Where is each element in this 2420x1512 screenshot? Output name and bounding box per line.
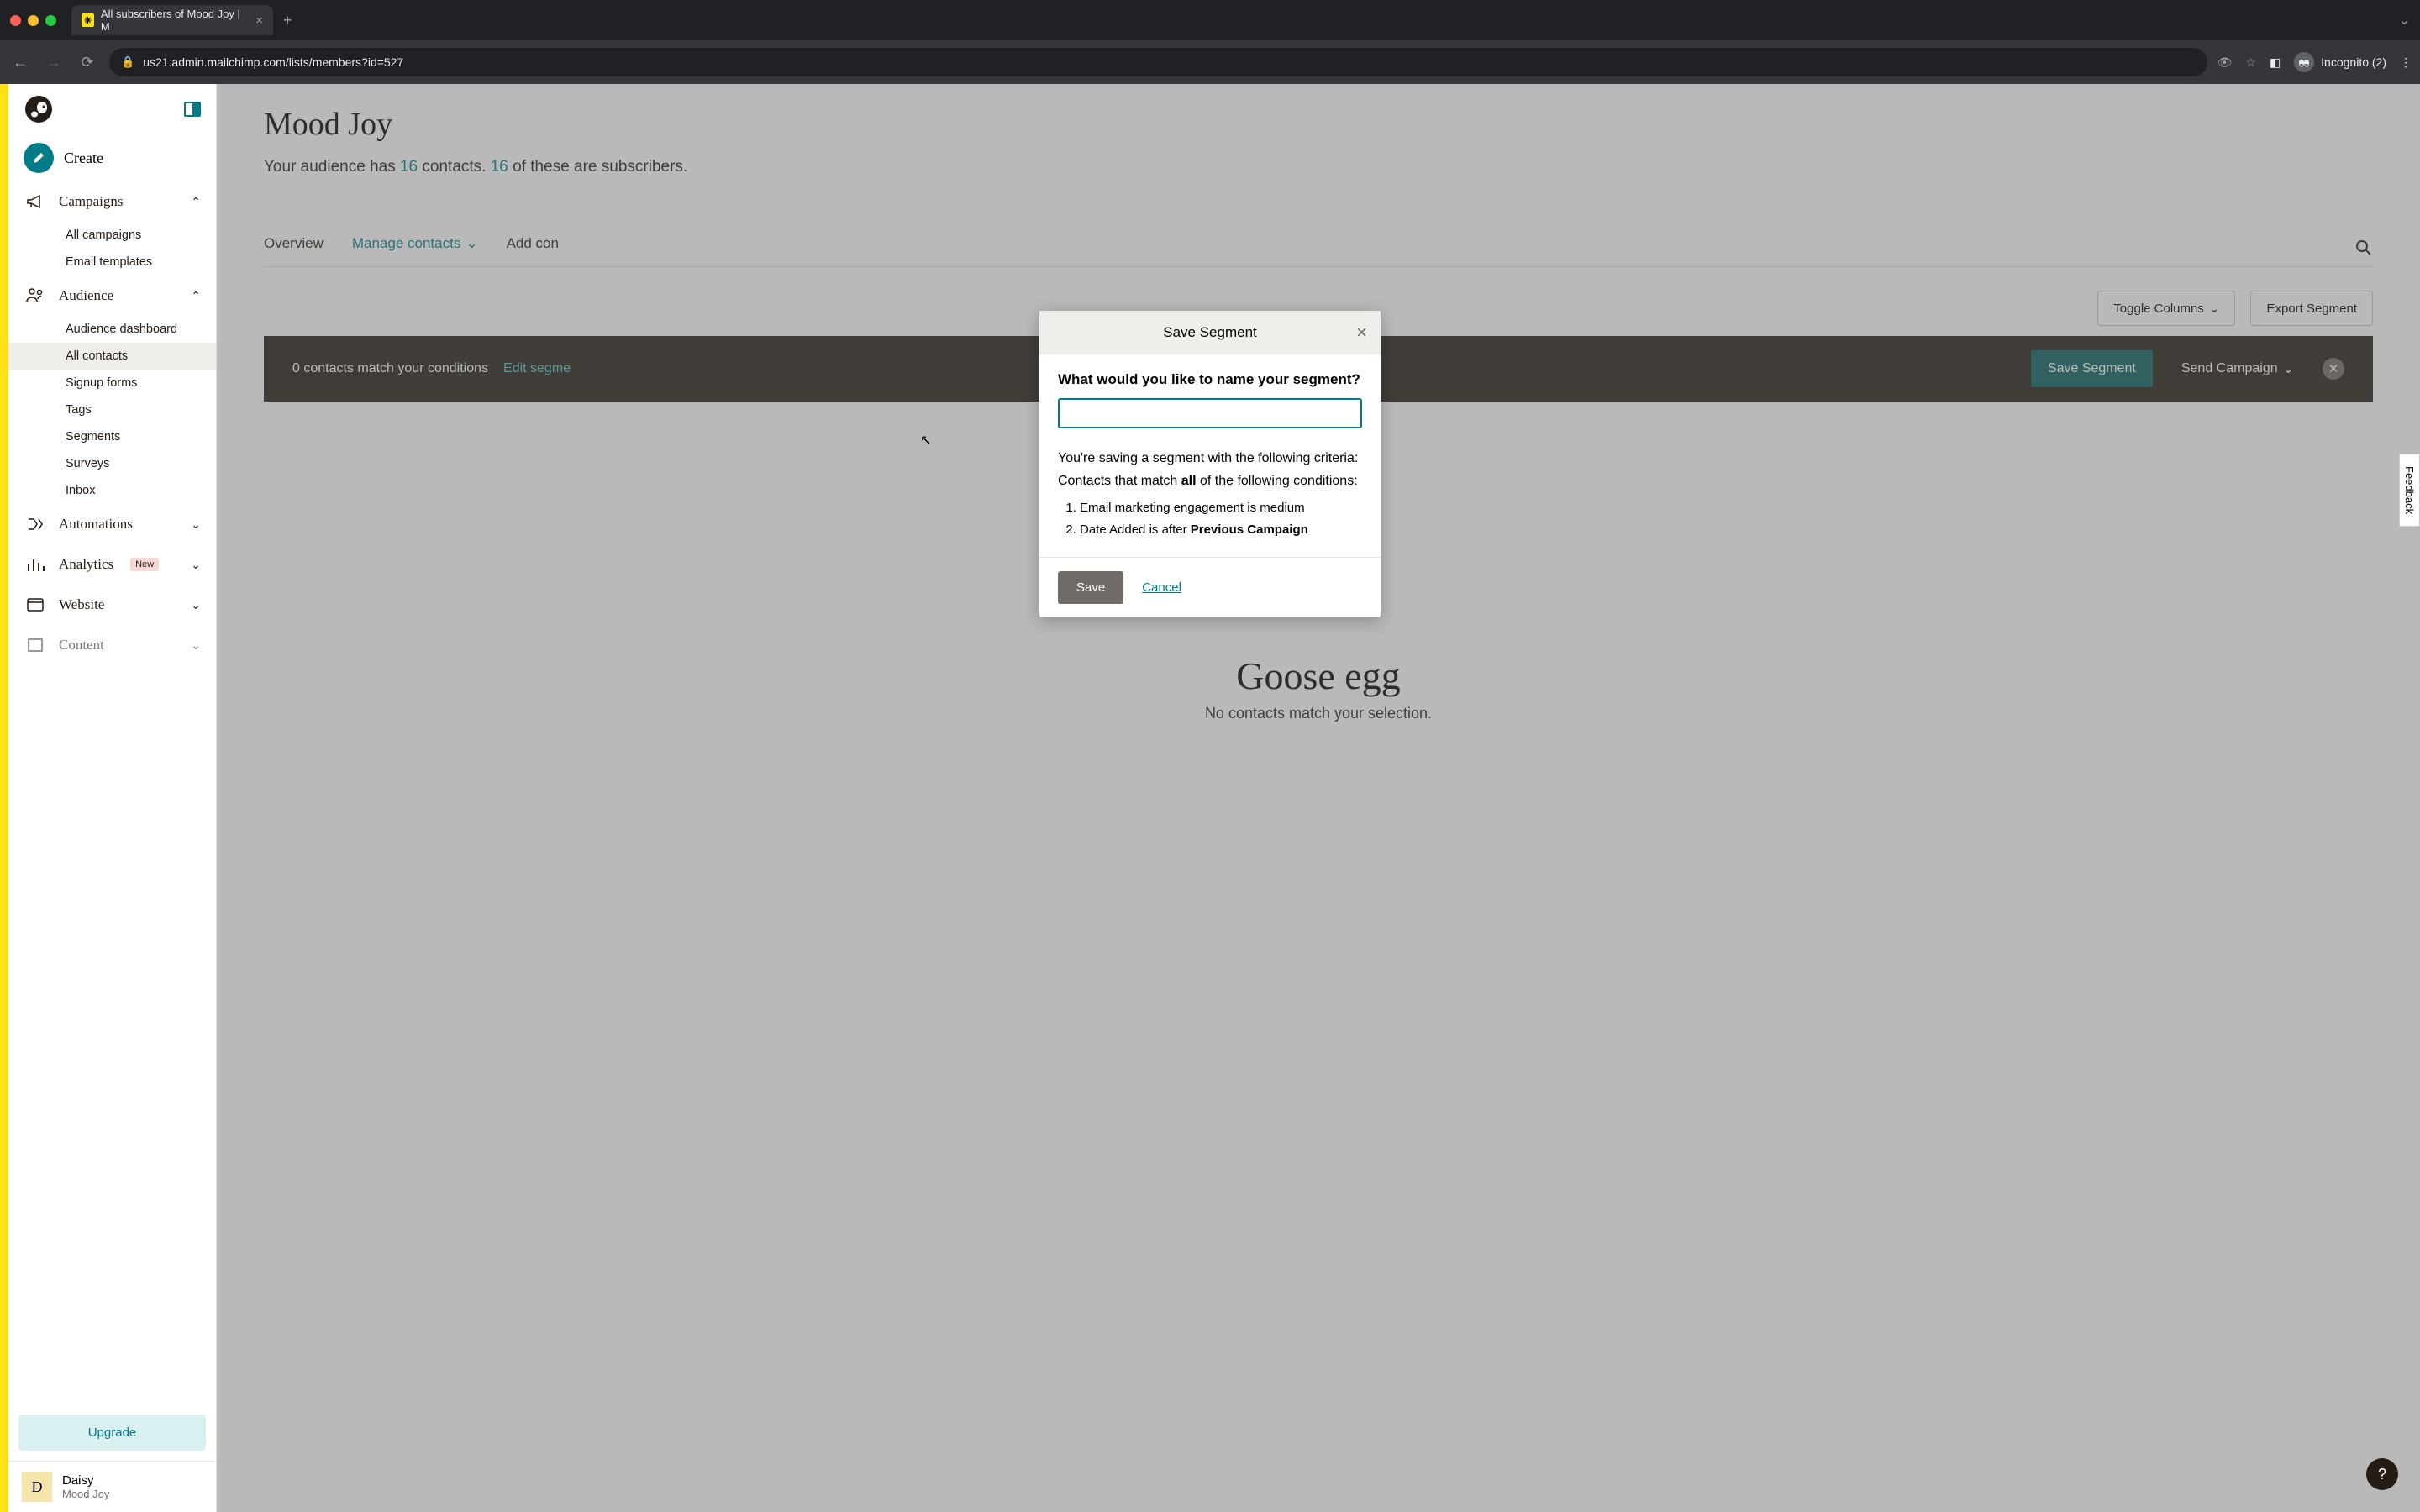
- chevron-down-icon: ⌄: [191, 598, 201, 612]
- avatar: D: [22, 1472, 52, 1502]
- sidebar: Create Campaigns ⌃ All campaigns Email t…: [8, 84, 217, 1512]
- nav-sub-audience-dashboard[interactable]: Audience dashboard: [8, 316, 216, 343]
- nav-automations[interactable]: Automations ⌄: [8, 504, 216, 544]
- main-content: Mood Joy Your audience has 16 contacts. …: [217, 84, 2420, 1512]
- content-icon: [24, 635, 47, 655]
- browser-toolbar: ← → ⟳ 🔒 us21.admin.mailchimp.com/lists/m…: [0, 40, 2420, 84]
- cancel-button[interactable]: Cancel: [1142, 580, 1181, 595]
- megaphone-icon: [24, 192, 47, 212]
- tab-title: All subscribers of Mood Joy | M: [101, 8, 242, 33]
- nav-label: Content: [59, 637, 104, 654]
- incognito-label: Incognito (2): [2321, 55, 2386, 69]
- create-label: Create: [64, 150, 103, 167]
- chevron-up-icon: ⌃: [191, 289, 201, 303]
- new-badge: New: [130, 558, 159, 571]
- brand-accent-bar: [0, 84, 8, 1512]
- criteria-match: Contacts that match all of the following…: [1058, 470, 1362, 492]
- create-button[interactable]: Create: [8, 134, 216, 181]
- window-controls: [10, 15, 56, 26]
- nav-campaigns[interactable]: Campaigns ⌃: [8, 181, 216, 222]
- nav-label: Automations: [59, 516, 133, 533]
- pencil-icon: [24, 143, 54, 173]
- chevron-down-icon: ⌄: [191, 638, 201, 653]
- help-button[interactable]: ?: [2366, 1458, 2398, 1490]
- favicon-icon: ✳: [82, 13, 94, 27]
- nav-sub-all-contacts[interactable]: All contacts: [8, 343, 216, 370]
- kebab-menu-icon[interactable]: ⋮: [2400, 55, 2412, 70]
- modal-backdrop[interactable]: [217, 84, 2420, 1512]
- nav-sub-all-campaigns[interactable]: All campaigns: [8, 222, 216, 249]
- modal-header: Save Segment ×: [1039, 311, 1381, 354]
- nav-label: Campaigns: [59, 193, 124, 210]
- save-segment-modal: Save Segment × What would you like to na…: [1039, 311, 1381, 617]
- nav-label: Audience: [59, 287, 113, 304]
- nav-sub-inbox[interactable]: Inbox: [8, 477, 216, 504]
- nav-content[interactable]: Content ⌄: [8, 625, 216, 665]
- condition-2: Date Added is after Previous Campaign: [1080, 519, 1362, 541]
- nav-label: Analytics: [59, 556, 113, 573]
- nav-sub-surveys[interactable]: Surveys: [8, 450, 216, 477]
- nav-analytics[interactable]: Analytics New ⌄: [8, 544, 216, 585]
- bookmark-icon[interactable]: ☆: [2245, 55, 2256, 70]
- browser-tab[interactable]: ✳ All subscribers of Mood Joy | M ×: [71, 5, 273, 35]
- criteria-intro: You're saving a segment with the followi…: [1058, 447, 1362, 470]
- bar-chart-icon: [24, 554, 47, 575]
- close-window[interactable]: [10, 15, 21, 26]
- url-text: us21.admin.mailchimp.com/lists/members?i…: [143, 55, 403, 69]
- automations-icon: [24, 514, 47, 534]
- modal-question: What would you like to name your segment…: [1058, 371, 1362, 388]
- nav-label: Website: [59, 596, 104, 613]
- panel-icon[interactable]: ◧: [2270, 55, 2281, 70]
- feedback-tab[interactable]: Feedback: [2399, 454, 2420, 527]
- close-modal-icon[interactable]: ×: [1356, 322, 1367, 344]
- lock-icon: 🔒: [121, 55, 134, 69]
- upgrade-button[interactable]: Upgrade: [18, 1415, 206, 1451]
- save-button[interactable]: Save: [1058, 571, 1123, 604]
- user-org: Mood Joy: [62, 1488, 109, 1500]
- mailchimp-logo-icon[interactable]: [24, 94, 54, 124]
- nav-sub-tags[interactable]: Tags: [8, 396, 216, 423]
- reload-button[interactable]: ⟳: [76, 54, 99, 71]
- condition-1: Email marketing engagement is medium: [1080, 497, 1362, 519]
- modal-title: Save Segment: [1163, 324, 1257, 341]
- chevron-up-icon: ⌃: [191, 195, 201, 209]
- new-tab-button[interactable]: +: [283, 12, 292, 29]
- user-name: Daisy: [62, 1473, 109, 1488]
- nav-sub-segments[interactable]: Segments: [8, 423, 216, 450]
- incognito-badge[interactable]: Incognito (2): [2294, 52, 2386, 72]
- user-menu[interactable]: D Daisy Mood Joy: [8, 1461, 216, 1512]
- website-icon: [24, 595, 47, 615]
- maximize-window[interactable]: [45, 15, 56, 26]
- eye-off-icon[interactable]: 👁: [2217, 55, 2233, 70]
- chevron-down-icon: ⌄: [191, 558, 201, 572]
- browser-titlebar: ✳ All subscribers of Mood Joy | M × + ⌄: [0, 0, 2420, 40]
- nav-sub-signup-forms[interactable]: Signup forms: [8, 370, 216, 396]
- close-tab-icon[interactable]: ×: [255, 13, 263, 28]
- nav-sub-email-templates[interactable]: Email templates: [8, 249, 216, 276]
- back-button[interactable]: ←: [8, 54, 32, 71]
- forward-button[interactable]: →: [42, 54, 66, 71]
- nav-audience[interactable]: Audience ⌃: [8, 276, 216, 316]
- chevron-down-icon: ⌄: [191, 517, 201, 532]
- segment-name-input[interactable]: [1058, 398, 1362, 428]
- nav-website[interactable]: Website ⌄: [8, 585, 216, 625]
- audience-icon: [24, 286, 47, 306]
- tabs-dropdown-icon[interactable]: ⌄: [2399, 12, 2410, 29]
- incognito-icon: [2294, 52, 2314, 72]
- address-bar[interactable]: 🔒 us21.admin.mailchimp.com/lists/members…: [109, 48, 2207, 76]
- minimize-window[interactable]: [28, 15, 39, 26]
- collapse-sidebar-icon[interactable]: [184, 102, 201, 117]
